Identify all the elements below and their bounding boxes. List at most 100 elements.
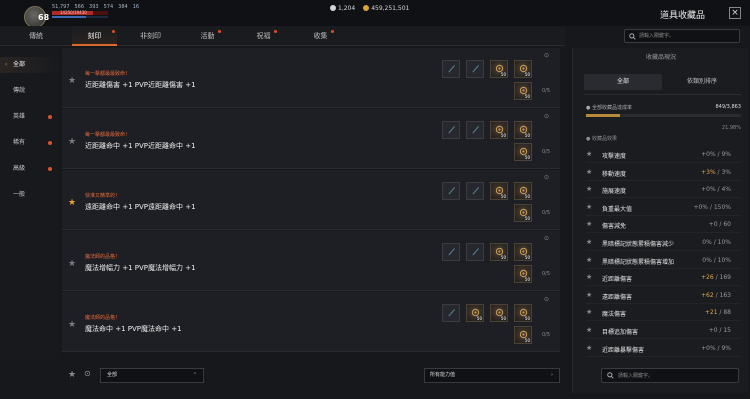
sidebar-item-hero[interactable]: 英雄 <box>0 109 60 125</box>
item-slot[interactable]: 50 <box>514 204 532 222</box>
star-icon: ★ <box>586 220 593 229</box>
effect-row[interactable]: ★ 黑暗標記狀態累積傷害增加 0% / 10% <box>586 252 741 269</box>
card-progress: 0/5 <box>542 210 551 216</box>
favorite-star-icon[interactable]: ★ <box>68 76 76 86</box>
notification-badge <box>218 30 221 33</box>
effects-header: ● 收藏品效果 <box>586 136 617 142</box>
close-button[interactable]: × <box>729 7 741 19</box>
effect-row[interactable]: ★ 近距離暴擊傷害 +0% / 9% <box>586 340 741 357</box>
item-slot[interactable]: 50 <box>514 82 532 100</box>
effect-row[interactable]: ★ 目標追加傷害 +0 / 15 <box>586 322 741 339</box>
item-slot[interactable]: 50 <box>514 265 532 283</box>
slot-quantity: 50 <box>524 316 530 321</box>
item-slot[interactable] <box>442 60 460 78</box>
gold-counter: 459,251,501 <box>363 5 409 12</box>
item-slot[interactable] <box>466 243 484 261</box>
item-slot[interactable] <box>442 121 460 139</box>
favorite-star-icon[interactable]: ★ <box>68 137 76 147</box>
effect-row[interactable]: ★ 傷害減免 +0 / 60 <box>586 216 741 234</box>
item-slot[interactable]: 50 <box>514 304 532 322</box>
sidebar-item-legend[interactable]: 傳說 <box>0 83 60 99</box>
effect-value-group: +0% / 9% <box>701 151 731 158</box>
favorite-star-icon[interactable]: ★ <box>68 259 76 269</box>
collection-card[interactable]: ★ 每一擊都最最致命！ 近距離傷害 +1 PVP近距離傷害 +1 ⊙ 0/5 50 50 50 <box>62 48 560 108</box>
favorite-star-icon[interactable]: ★ <box>68 320 76 330</box>
sidebar-item-rare[interactable]: 稀有 <box>0 135 60 151</box>
effect-value: +0% / 150% <box>693 203 731 211</box>
favorite-star-icon[interactable]: ★ <box>68 198 76 208</box>
effect-value-group: 0% / 10% <box>702 239 731 246</box>
effect-name: 目標追加傷害 <box>602 329 639 336</box>
item-slot[interactable]: 50 <box>514 143 532 161</box>
tab-non-engrave[interactable]: 非刻印 <box>123 26 178 46</box>
item-slot[interactable]: 50 <box>490 304 508 322</box>
lock-filter-icon[interactable]: ⊙ <box>84 369 91 378</box>
item-slot[interactable] <box>466 60 484 78</box>
tab-event[interactable]: 活動 <box>180 26 235 46</box>
star-icon: ★ <box>586 167 593 176</box>
effect-row[interactable]: ★ 黑暗標記狀態累積傷害減少 0% / 10% <box>586 234 741 251</box>
effect-row[interactable]: ★ 攻擊速度 +0% / 9% <box>586 146 741 163</box>
effect-value: +0 / 60 <box>708 221 731 229</box>
effect-row[interactable]: ★ 移動速度 +3% / 3% <box>586 164 741 181</box>
item-slot[interactable]: 50 <box>490 182 508 200</box>
lock-icon[interactable]: ⊙ <box>544 174 549 181</box>
effect-row[interactable]: ★ 魔法傷害 +21 / 88 <box>586 304 741 322</box>
tab-all[interactable]: 全部 <box>584 74 662 90</box>
effect-row[interactable]: ★ 負重最大值 +0% / 150% <box>586 199 741 216</box>
tab-traditional[interactable]: 傳統 <box>0 26 72 46</box>
lock-icon[interactable]: ⊙ <box>544 52 549 59</box>
sidebar-item-advanced[interactable]: 高級 <box>0 161 60 177</box>
collection-card[interactable]: ★ 魔法師的品格！ 魔法增幅力 +1 PVP魔法增幅力 +1 ⊙ 0/5 50 50 50 <box>62 231 560 291</box>
tab-collect[interactable]: 收集 <box>293 26 348 46</box>
favorite-filter-star-icon[interactable]: ★ <box>68 370 76 380</box>
gold-coin-icon <box>363 5 370 11</box>
notification-badge <box>331 30 334 33</box>
tab-blessing[interactable]: 祝福 <box>236 26 291 46</box>
effect-value-group: +0% / 150% <box>693 204 731 211</box>
item-slot[interactable]: 50 <box>490 121 508 139</box>
search-input[interactable] <box>618 371 736 381</box>
lock-icon[interactable]: ⊙ <box>544 113 549 120</box>
collection-card[interactable]: ★ 魔法師的品格！ 魔法命中 +1 PVP魔法命中 +1 ⊙ 0/5 50 50 50 50 <box>62 292 560 352</box>
ability-filter-dropdown[interactable]: 所有能力值 › <box>424 368 560 383</box>
collection-card[interactable]: ★ 快准又精準的！ 遠距離命中 +1 PVP遠距離命中 +1 ⊙ 0/5 50 50 50 <box>62 170 560 230</box>
item-slot[interactable]: 50 <box>490 243 508 261</box>
item-slot[interactable]: 50 <box>490 60 508 78</box>
effect-row[interactable]: ★ 近距離傷害 +26 / 169 <box>586 269 741 287</box>
item-slot[interactable]: 50 <box>514 326 532 344</box>
item-slot[interactable]: 50 <box>514 60 532 78</box>
top-bar: 68 51,797 566 393 574 384 16 14250/19430… <box>0 0 750 28</box>
item-slot[interactable] <box>442 182 460 200</box>
sidebar-item-label: 稀有 <box>13 139 26 146</box>
notification-badge <box>48 115 52 119</box>
sidebar-item-all[interactable]: ‹ 全部 <box>0 57 60 73</box>
item-slot[interactable] <box>466 121 484 139</box>
card-effect: 魔法命中 +1 PVP魔法命中 +1 <box>85 325 182 333</box>
search-input[interactable] <box>639 31 737 41</box>
item-slot[interactable]: 50 <box>514 243 532 261</box>
lock-icon[interactable]: ⊙ <box>544 235 549 242</box>
effect-name: 近距離傷害 <box>602 276 633 284</box>
tab-engrave[interactable]: 刻印 <box>72 26 117 46</box>
effect-name: 遠距離傷害 <box>602 293 633 301</box>
item-slot[interactable] <box>442 304 460 322</box>
tab-label: 活動 <box>200 32 215 40</box>
tab-by-category[interactable]: 依類別排序 <box>663 74 741 90</box>
effect-row[interactable]: ★ 施展速度 +0% / 4% <box>586 181 741 199</box>
gold-value: 459,251,501 <box>371 5 410 12</box>
grade-filter-dropdown[interactable]: 全部 ⌃ <box>100 368 204 383</box>
notification-badge <box>112 30 115 33</box>
card-effect: 魔法增幅力 +1 PVP魔法增幅力 +1 <box>85 264 196 272</box>
search-box-bottom[interactable] <box>601 368 739 383</box>
item-slot[interactable]: 50 <box>466 304 484 322</box>
item-slot[interactable]: 50 <box>514 182 532 200</box>
collection-card[interactable]: ★ 每一擊都最最致命！ 近距離命中 +1 PVP近距離命中 +1 ⊙ 0/5 50 50 50 <box>62 109 560 169</box>
search-box-top[interactable] <box>624 29 740 43</box>
lock-icon[interactable]: ⊙ <box>544 296 549 303</box>
item-slot[interactable] <box>466 182 484 200</box>
item-slot[interactable] <box>442 243 460 261</box>
sidebar-item-normal[interactable]: 一般 <box>0 187 60 203</box>
item-slot[interactable]: 50 <box>514 121 532 139</box>
effect-row[interactable]: ★ 遠距離傷害 +62 / 163 <box>586 287 741 304</box>
